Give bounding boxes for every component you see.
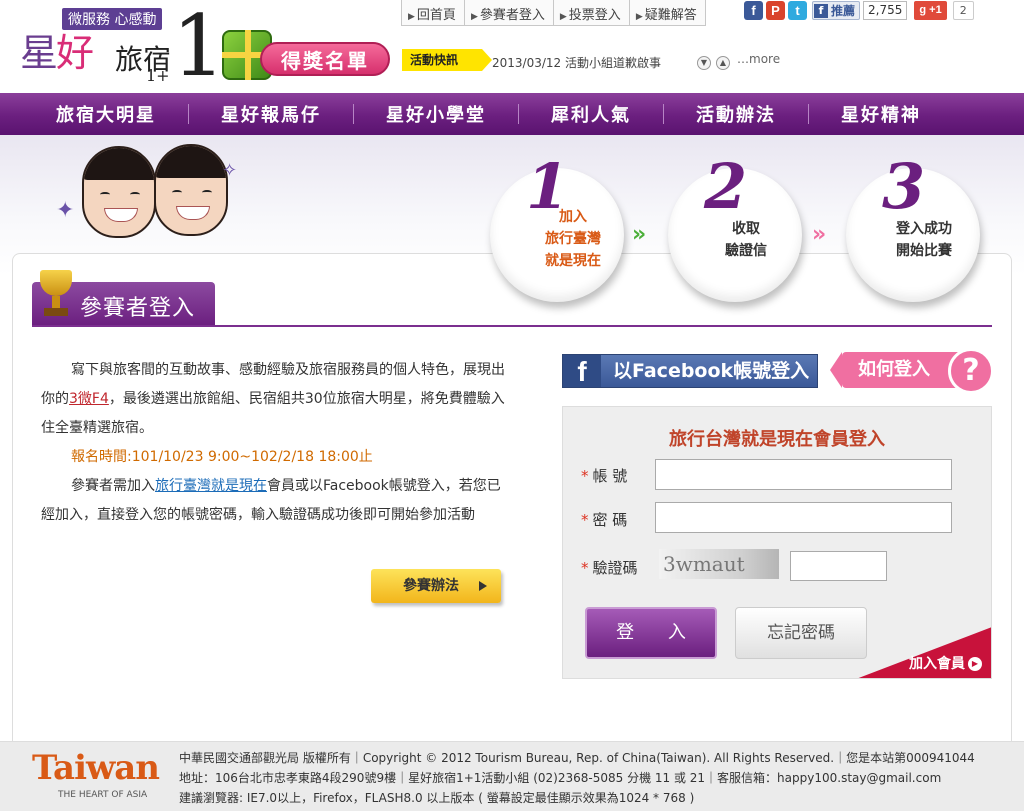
rules-button[interactable]: 參賽辦法 [371,569,501,603]
captcha-label: * 驗證碼 [581,559,638,577]
top-nav-faq[interactable]: ▶ 疑難解答 [630,0,705,26]
header: 微服務 心感動 星好 旅宿 1+ 1 得獎名單 ▶ 回首頁 ▶ 參賽者登入 ▶ 投票登… [0,0,1024,93]
facebook-icon[interactable]: f [744,1,763,20]
plurk-icon[interactable]: P [766,1,785,20]
mascot-illustration: ✦ ✧ [56,140,256,250]
facebook-login-button[interactable]: f 以Facebook帳號登入 [562,354,818,388]
login-button[interactable]: 登 入 [585,607,717,659]
arrow-right-icon: ▶ [408,12,415,22]
chevron-down-icon[interactable]: ▼ [697,56,711,70]
nav-item-reporter[interactable]: 星好報馬仔 [189,93,354,135]
footer-address: 地址：106台北市忠孝東路4段290號9樓｜星好旅宿1+1活動小組 (02)23… [179,771,942,785]
step-2-number: 2 [704,150,748,223]
footer-copyright: 中華民國交通部觀光局 版權所有｜Copyright © 2012 Tourism… [179,751,975,765]
google-plus-count: 2 [952,1,974,20]
award-list-label: 得獎名單 [260,42,390,76]
join-member-link[interactable]: 加入會員 ▶ [909,653,982,673]
sparkle-icon: ✧ [222,160,238,181]
mascot-face-left [82,146,156,238]
login-form: 旅行台灣就是現在會員登入 * 帳 號 * 密 碼 * 驗證碼 3wmaut 登 入 忘… [562,406,992,679]
section-divider [32,325,992,327]
trophy-icon [36,270,76,322]
nav-item-spirit[interactable]: 星好精神 [809,93,953,135]
top-nav-contestant-login[interactable]: ▶ 參賽者登入 [465,0,554,26]
forgot-password-button[interactable]: 忘記密碼 [735,607,867,659]
nav-item-school[interactable]: 星好小學堂 [354,93,519,135]
step-3-number: 3 [882,150,926,223]
logo-char-1: 星 [20,31,58,75]
nav-item-rules[interactable]: 活動辦法 [664,93,809,135]
registration-period: 報名時間:101/10/23 9:00~102/2/18 18:00止 [71,449,373,465]
captcha-image[interactable]: 3wmaut [659,549,779,579]
logo[interactable]: 星好 [20,22,94,77]
chevron-double-right-icon: » [812,222,827,247]
password-label: * 密 碼 [581,511,628,529]
chevron-double-right-icon: » [632,222,647,247]
news-label: 活動快訊 [402,49,492,71]
account-label: * 帳 號 [581,467,628,485]
section-title: 參賽者登入 [80,296,196,321]
intro-paragraph-2: 參賽者需加入旅行臺灣就是現在會員或以Facebook帳號登入，若您已經加入，直接… [41,478,501,523]
chevron-up-icon[interactable]: ▲ [716,56,730,70]
logo-sub2: 1+ [146,66,170,85]
taiwan-logo-subtitle: THE HEART OF ASIA [58,790,148,800]
top-nav-vote-login[interactable]: ▶ 投票登入 [554,0,630,26]
main-nav: 旅宿大明星 星好報馬仔 星好小學堂 犀利人氣 活動辦法 星好精神 [0,93,1024,135]
account-input[interactable] [655,459,952,490]
like-count: 2,755 [863,1,908,20]
step-2-text: 收取 驗證信 [725,221,767,259]
award-list-button[interactable]: 得獎名單 [212,30,390,80]
news-more-link[interactable]: …more [737,52,780,66]
mascot-face-right [154,144,228,236]
nav-item-stars[interactable]: 旅宿大明星 [24,93,189,135]
footer-browser-note: 建議瀏覽器: IE7.0以上，Firefox，FLASH8.0 以上版本 ( 螢… [179,791,695,805]
sparkle-icon: ✦ [56,198,75,223]
play-arrow-icon [479,581,487,591]
facebook-icon: f [814,3,828,18]
twitter-icon[interactable]: t [788,1,807,20]
arrow-right-icon: ▶ [559,12,567,22]
section-tab: 參賽者登入 [32,270,215,326]
arrow-right-icon: ▶ [635,12,643,22]
highlight-link[interactable]: 3微F4 [69,391,109,407]
taiwan-logo[interactable]: Taiwan [32,748,160,788]
intro-paragraph-1: 寫下與旅客間的互動故事、感動經驗及旅宿服務員的個人特色，展現出你的3微F4，最後… [41,362,505,436]
nav-item-popularity[interactable]: 犀利人氣 [519,93,664,135]
password-input[interactable] [655,502,952,533]
social-bar: f P t f 推薦 2,755 g +1 2 [744,1,974,20]
play-arrow-icon: ▶ [968,657,982,671]
news-item[interactable]: 2013/03/12 活動小組道歉啟事 [492,54,661,71]
step-1-text: 加入 旅行臺灣 就是現在 [545,209,601,269]
logo-char-2: 好 [56,31,94,75]
top-nav: ▶ 回首頁 ▶ 參賽者登入 ▶ 投票登入 ▶ 疑難解答 [401,0,706,26]
intro-text: 寫下與旅客間的互動故事、感動經驗及旅宿服務員的個人特色，展現出你的3微F4，最後… [41,356,511,530]
arrow-right-icon: ▶ [470,12,478,22]
top-nav-home[interactable]: ▶ 回首頁 [402,0,465,26]
how-to-login-button[interactable]: 如何登入 ? [830,348,994,394]
step-3-text: 登入成功 開始比賽 [896,221,952,259]
question-icon: ? [948,348,994,394]
travel-taiwan-link[interactable]: 旅行臺灣就是現在 [155,478,267,494]
facebook-icon: f [563,355,601,387]
facebook-like-button[interactable]: f 推薦 [812,1,861,20]
google-plus-button[interactable]: g +1 [914,1,947,20]
captcha-input[interactable] [790,551,887,581]
login-title: 旅行台灣就是現在會員登入 [669,429,885,450]
